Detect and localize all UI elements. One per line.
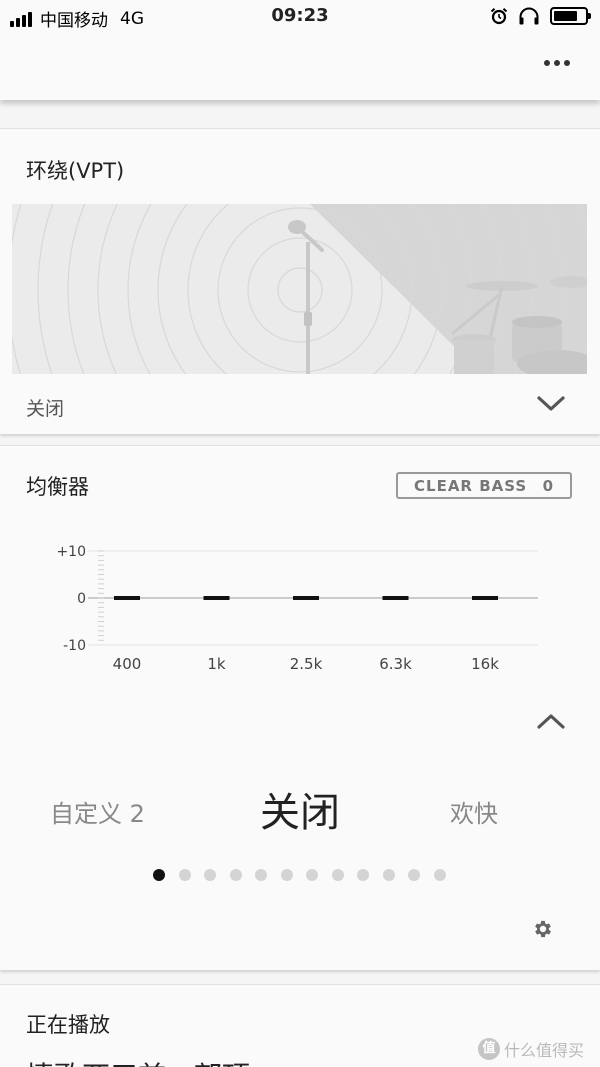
headphones-icon bbox=[519, 7, 539, 25]
equalizer-chart[interactable]: +10 0 -10 400 1k 2.5k 6.3k 16k bbox=[50, 541, 550, 671]
equalizer-card: 均衡器 CLEAR BASS 0 +10 0 -10 400 1k 2.5k 6.3k 16k… bbox=[0, 445, 600, 970]
preset-current: 关闭 bbox=[260, 790, 340, 836]
eq-band-label: 1k bbox=[207, 655, 226, 671]
page-dot[interactable] bbox=[178, 869, 191, 881]
eq-y-tick-label: +10 bbox=[56, 544, 86, 560]
page-dot[interactable] bbox=[204, 869, 216, 881]
page-dot[interactable] bbox=[153, 869, 165, 881]
surround-value: 关闭 bbox=[26, 398, 65, 420]
eq-band-marker bbox=[114, 596, 140, 600]
eq-y-tick-label: 0 bbox=[77, 591, 86, 607]
surround-title: 环绕(VPT) bbox=[26, 159, 125, 183]
watermark: 值 什么值得买 bbox=[478, 1037, 584, 1061]
page-dot[interactable] bbox=[306, 869, 318, 881]
clear-bass-label: CLEAR BASS bbox=[414, 476, 528, 495]
eq-band-label: 400 bbox=[113, 655, 142, 671]
page-dot[interactable] bbox=[357, 869, 369, 881]
clear-bass-button[interactable]: CLEAR BASS 0 bbox=[396, 472, 572, 499]
chevron-down-icon[interactable] bbox=[537, 395, 565, 413]
preset-next[interactable]: 欢快 bbox=[450, 794, 498, 829]
eq-band-marker bbox=[382, 596, 409, 600]
page-indicator bbox=[153, 869, 446, 881]
top-app-bar bbox=[0, 34, 600, 100]
eq-band-marker bbox=[293, 596, 319, 600]
equalizer-title: 均衡器 bbox=[26, 475, 89, 499]
page-dot[interactable] bbox=[255, 869, 267, 881]
watermark-logo-icon: 值 bbox=[478, 1038, 500, 1060]
page-dot[interactable] bbox=[229, 869, 242, 881]
eq-band-label: 2.5k bbox=[290, 655, 323, 671]
clear-bass-value: 0 bbox=[542, 476, 554, 495]
surround-illustration bbox=[12, 204, 587, 374]
now-playing-title: 正在播放 bbox=[26, 1013, 110, 1037]
eq-band-label: 6.3k bbox=[379, 655, 412, 671]
eq-band-marker bbox=[203, 596, 230, 600]
gear-icon[interactable] bbox=[532, 918, 554, 940]
page-dot[interactable] bbox=[408, 869, 420, 881]
battery-icon bbox=[550, 7, 591, 25]
eq-band-marker bbox=[472, 596, 498, 600]
eq-band-label: 16k bbox=[471, 655, 499, 671]
now-playing-song: 情歌两三首 - 郭顶 bbox=[26, 1055, 250, 1067]
alarm-icon bbox=[490, 8, 508, 25]
chevron-up-icon[interactable] bbox=[537, 712, 565, 730]
page-dot[interactable] bbox=[433, 869, 446, 881]
watermark-text: 什么值得买 bbox=[504, 1041, 585, 1060]
page-dot[interactable] bbox=[331, 869, 344, 881]
more-horizontal-icon[interactable] bbox=[544, 60, 570, 66]
surround-card: 环绕(VPT) 关闭 bbox=[0, 128, 600, 434]
page-dot[interactable] bbox=[280, 869, 293, 881]
eq-y-tick-label: -10 bbox=[63, 638, 86, 654]
status-bar: 中国移动 4G 09:23 bbox=[0, 0, 600, 34]
preset-carousel[interactable]: 自定义 2 关闭 欢快 bbox=[0, 776, 600, 846]
page-dot[interactable] bbox=[382, 869, 395, 881]
